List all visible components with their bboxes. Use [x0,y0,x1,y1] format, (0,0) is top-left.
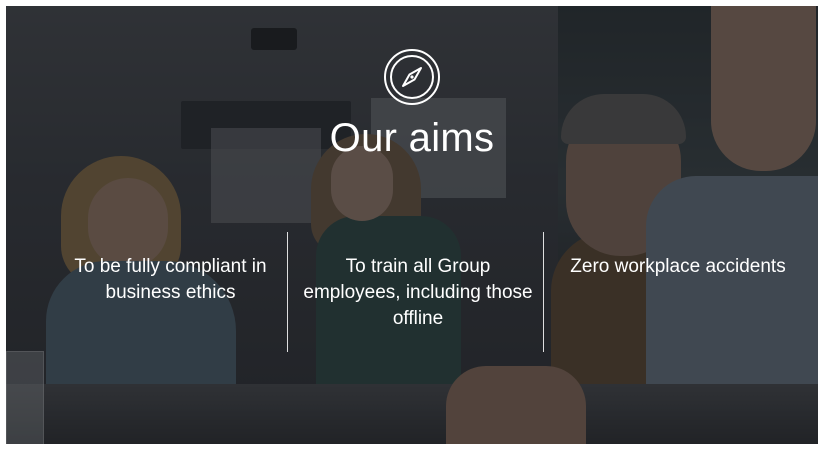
aims-list: To be fully compliant in business ethics… [48,232,786,352]
page-title: Our aims [329,116,495,160]
aim-item: Zero workplace accidents [570,256,786,277]
aims-banner: Our aims To be fully compliant in busine… [6,6,818,444]
aims-header: Our aims [6,48,818,161]
aim-item: To be fully compliant in business ethics [74,256,267,303]
compass-icon [384,49,440,105]
divider [543,232,544,352]
divider [287,232,288,352]
aim-item: To train all Group employees, including … [303,256,533,329]
